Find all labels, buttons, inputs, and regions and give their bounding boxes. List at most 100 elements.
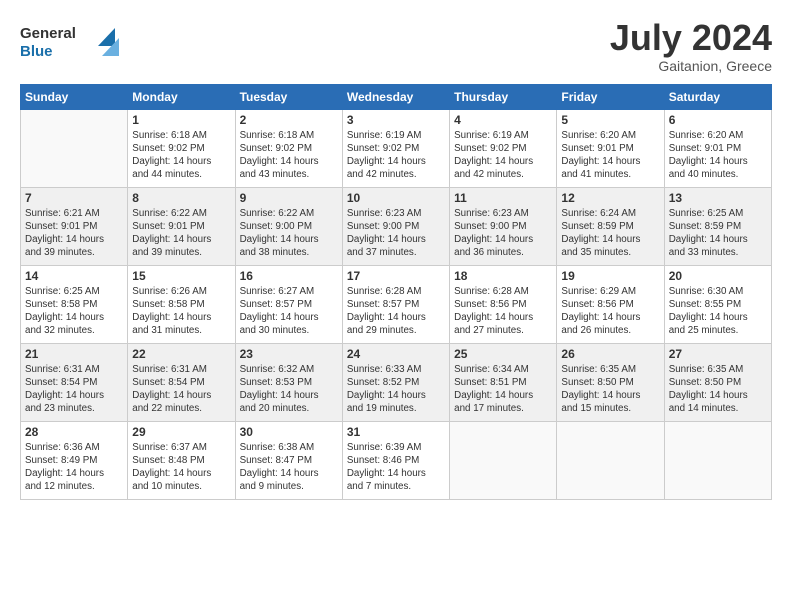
day-info: Sunrise: 6:24 AMSunset: 8:59 PMDaylight:…	[561, 207, 659, 260]
day-info: Sunrise: 6:33 AMSunset: 8:52 PMDaylight:…	[347, 363, 445, 416]
day-number: 31	[347, 425, 445, 439]
day-info: Sunrise: 6:35 AMSunset: 8:50 PMDaylight:…	[561, 363, 659, 416]
day-number: 3	[347, 113, 445, 127]
calendar-day-29: 29Sunrise: 6:37 AMSunset: 8:48 PMDayligh…	[128, 421, 235, 499]
day-info: Sunrise: 6:35 AMSunset: 8:50 PMDaylight:…	[669, 363, 767, 416]
calendar-week-row: 1 Sunrise: 6:18 AMSunset: 9:02 PMDaylight…	[21, 109, 772, 187]
calendar-empty-cell	[557, 421, 664, 499]
day-number: 5	[561, 113, 659, 127]
calendar-day-11: 11 Sunrise: 6:23 AMSunset: 9:00 PMDayligh…	[450, 187, 557, 265]
day-number: 21	[25, 347, 123, 361]
calendar-empty-cell	[450, 421, 557, 499]
calendar-week-row: 21 Sunrise: 6:31 AMSunset: 8:54 PMDayligh…	[21, 343, 772, 421]
day-number: 11	[454, 191, 552, 205]
weekday-header-friday: Friday	[557, 84, 664, 109]
day-info: Sunrise: 6:18 AMSunset: 9:02 PMDaylight:…	[132, 129, 230, 182]
day-info: Sunrise: 6:31 AMSunset: 8:54 PMDaylight:…	[25, 363, 123, 416]
calendar-day-28: 28 Sunrise: 6:36 AMSunset: 8:49 PMDayligh…	[21, 421, 128, 499]
weekday-header-saturday: Saturday	[664, 84, 771, 109]
calendar-day-7: 7 Sunrise: 6:21 AMSunset: 9:01 PMDaylight…	[21, 187, 128, 265]
calendar-day-10: 10Sunrise: 6:23 AMSunset: 9:00 PMDayligh…	[342, 187, 449, 265]
day-info: Sunrise: 6:36 AMSunset: 8:49 PMDaylight:…	[25, 441, 123, 494]
calendar-empty-cell	[664, 421, 771, 499]
calendar-day-15: 15 Sunrise: 6:26 AMSunset: 8:58 PMDayligh…	[128, 265, 235, 343]
calendar-day-24: 24 Sunrise: 6:33 AMSunset: 8:52 PMDayligh…	[342, 343, 449, 421]
day-info: Sunrise: 6:20 AMSunset: 9:01 PMDaylight:…	[669, 129, 767, 182]
day-number: 12	[561, 191, 659, 205]
calendar-day-1: 1 Sunrise: 6:18 AMSunset: 9:02 PMDaylight…	[128, 109, 235, 187]
calendar-week-row: 7 Sunrise: 6:21 AMSunset: 9:01 PMDaylight…	[21, 187, 772, 265]
day-info: Sunrise: 6:18 AMSunset: 9:02 PMDaylight:…	[240, 129, 338, 182]
day-info: Sunrise: 6:19 AMSunset: 9:02 PMDaylight:…	[454, 129, 552, 182]
day-info: Sunrise: 6:34 AMSunset: 8:51 PMDaylight:…	[454, 363, 552, 416]
day-info: Sunrise: 6:23 AMSunset: 9:00 PMDaylight:…	[347, 207, 445, 260]
day-number: 8	[132, 191, 230, 205]
calendar-day-18: 18Sunrise: 6:28 AMSunset: 8:56 PMDayligh…	[450, 265, 557, 343]
calendar-day-22: 22Sunrise: 6:31 AMSunset: 8:54 PMDayligh…	[128, 343, 235, 421]
calendar-day-21: 21 Sunrise: 6:31 AMSunset: 8:54 PMDayligh…	[21, 343, 128, 421]
day-number: 30	[240, 425, 338, 439]
day-info: Sunrise: 6:23 AMSunset: 9:00 PMDaylight:…	[454, 207, 552, 260]
day-info: Sunrise: 6:21 AMSunset: 9:01 PMDaylight:…	[25, 207, 123, 260]
page: General Blue July 2024 Gaitanion, Greece…	[0, 0, 792, 510]
day-number: 26	[561, 347, 659, 361]
weekday-header-row: SundayMondayTuesdayWednesdayThursdayFrid…	[21, 84, 772, 109]
calendar-table: SundayMondayTuesdayWednesdayThursdayFrid…	[20, 84, 772, 500]
day-info: Sunrise: 6:39 AMSunset: 8:46 PMDaylight:…	[347, 441, 445, 494]
day-number: 9	[240, 191, 338, 205]
day-number: 2	[240, 113, 338, 127]
day-info: Sunrise: 6:22 AMSunset: 9:00 PMDaylight:…	[240, 207, 338, 260]
day-number: 18	[454, 269, 552, 283]
day-number: 25	[454, 347, 552, 361]
calendar-day-14: 14 Sunrise: 6:25 AMSunset: 8:58 PMDayligh…	[21, 265, 128, 343]
day-info: Sunrise: 6:20 AMSunset: 9:01 PMDaylight:…	[561, 129, 659, 182]
day-info: Sunrise: 6:26 AMSunset: 8:58 PMDaylight:…	[132, 285, 230, 338]
calendar-day-23: 23 Sunrise: 6:32 AMSunset: 8:53 PMDayligh…	[235, 343, 342, 421]
day-number: 14	[25, 269, 123, 283]
day-info: Sunrise: 6:32 AMSunset: 8:53 PMDaylight:…	[240, 363, 338, 416]
day-info: Sunrise: 6:25 AMSunset: 8:58 PMDaylight:…	[25, 285, 123, 338]
weekday-header-thursday: Thursday	[450, 84, 557, 109]
calendar-day-13: 13 Sunrise: 6:25 AMSunset: 8:59 PMDayligh…	[664, 187, 771, 265]
day-info: Sunrise: 6:30 AMSunset: 8:55 PMDaylight:…	[669, 285, 767, 338]
day-number: 19	[561, 269, 659, 283]
calendar-day-26: 26 Sunrise: 6:35 AMSunset: 8:50 PMDayligh…	[557, 343, 664, 421]
calendar-day-8: 8 Sunrise: 6:22 AMSunset: 9:01 PMDaylight…	[128, 187, 235, 265]
logo: General Blue	[20, 18, 130, 67]
day-number: 17	[347, 269, 445, 283]
day-number: 27	[669, 347, 767, 361]
location-subtitle: Gaitanion, Greece	[610, 58, 772, 74]
day-info: Sunrise: 6:25 AMSunset: 8:59 PMDaylight:…	[669, 207, 767, 260]
calendar-day-20: 20Sunrise: 6:30 AMSunset: 8:55 PMDayligh…	[664, 265, 771, 343]
day-number: 1	[132, 113, 230, 127]
day-info: Sunrise: 6:29 AMSunset: 8:56 PMDaylight:…	[561, 285, 659, 338]
day-info: Sunrise: 6:27 AMSunset: 8:57 PMDaylight:…	[240, 285, 338, 338]
calendar-day-17: 17 Sunrise: 6:28 AMSunset: 8:57 PMDayligh…	[342, 265, 449, 343]
calendar-day-9: 9 Sunrise: 6:22 AMSunset: 9:00 PMDaylight…	[235, 187, 342, 265]
day-info: Sunrise: 6:22 AMSunset: 9:01 PMDaylight:…	[132, 207, 230, 260]
day-number: 29	[132, 425, 230, 439]
day-number: 23	[240, 347, 338, 361]
calendar-day-2: 2 Sunrise: 6:18 AMSunset: 9:02 PMDaylight…	[235, 109, 342, 187]
calendar-day-3: 3 Sunrise: 6:19 AMSunset: 9:02 PMDaylight…	[342, 109, 449, 187]
title-block: July 2024 Gaitanion, Greece	[610, 18, 772, 74]
day-number: 4	[454, 113, 552, 127]
day-number: 13	[669, 191, 767, 205]
calendar-day-30: 30Sunrise: 6:38 AMSunset: 8:47 PMDayligh…	[235, 421, 342, 499]
weekday-header-tuesday: Tuesday	[235, 84, 342, 109]
calendar-week-row: 14 Sunrise: 6:25 AMSunset: 8:58 PMDayligh…	[21, 265, 772, 343]
calendar-day-12: 12 Sunrise: 6:24 AMSunset: 8:59 PMDayligh…	[557, 187, 664, 265]
day-number: 28	[25, 425, 123, 439]
calendar-day-6: 6Sunrise: 6:20 AMSunset: 9:01 PMDaylight…	[664, 109, 771, 187]
day-number: 7	[25, 191, 123, 205]
calendar-day-31: 31 Sunrise: 6:39 AMSunset: 8:46 PMDayligh…	[342, 421, 449, 499]
month-year-title: July 2024	[610, 18, 772, 58]
day-info: Sunrise: 6:28 AMSunset: 8:57 PMDaylight:…	[347, 285, 445, 338]
calendar-day-5: 5 Sunrise: 6:20 AMSunset: 9:01 PMDaylight…	[557, 109, 664, 187]
svg-text:General: General	[20, 25, 76, 42]
day-number: 15	[132, 269, 230, 283]
day-number: 16	[240, 269, 338, 283]
day-number: 24	[347, 347, 445, 361]
svg-text:Blue: Blue	[20, 43, 53, 60]
day-info: Sunrise: 6:19 AMSunset: 9:02 PMDaylight:…	[347, 129, 445, 182]
